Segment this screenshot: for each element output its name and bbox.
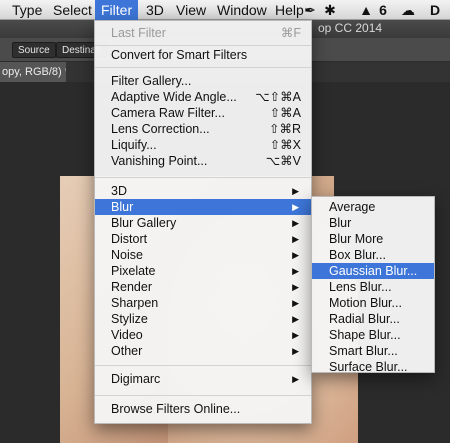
menu-item-stylize[interactable]: Stylize ▶ — [95, 311, 311, 327]
menu-item-lens-correction[interactable]: Lens Correction... ⇧⌘R — [95, 121, 311, 137]
submenu-item-surface-blur[interactable]: Surface Blur... — [312, 359, 434, 375]
submenu-arrow-icon: ▶ — [292, 282, 299, 292]
creative-cloud-icon[interactable]: ☁ — [398, 0, 418, 20]
submenu-arrow-icon: ▶ — [292, 266, 299, 276]
menu-item-vanishing-point[interactable]: Vanishing Point... ⌥⌘V — [95, 153, 311, 169]
menu-type[interactable]: Type — [6, 0, 48, 20]
submenu-item-blur-more[interactable]: Blur More — [312, 231, 434, 247]
menu-separator — [95, 45, 311, 46]
submenu-item-shape-blur[interactable]: Shape Blur... — [312, 327, 434, 343]
menu-item-liquify[interactable]: Liquify... ⇧⌘X — [95, 137, 311, 153]
menu-separator — [95, 365, 311, 366]
document-tab[interactable]: opy, RGB/8) * — [0, 62, 66, 82]
menu-separator — [95, 177, 311, 178]
menu-item-filter-gallery[interactable]: Filter Gallery... — [95, 73, 311, 89]
menu-item-noise[interactable]: Noise ▶ — [95, 247, 311, 263]
filter-menu: Last Filter ⌘F Convert for Smart Filters… — [94, 20, 312, 424]
menu-item-distort[interactable]: Distort ▶ — [95, 231, 311, 247]
menu-bar: Type Select Filter 3D View Window Help ✒… — [0, 0, 450, 20]
submenu-item-average[interactable]: Average — [312, 199, 434, 215]
submenu-arrow-icon: ▶ — [292, 314, 299, 324]
blur-submenu: Average Blur Blur More Box Blur... Gauss… — [311, 196, 435, 375]
menu-3d[interactable]: 3D — [140, 0, 170, 20]
submenu-item-blur[interactable]: Blur — [312, 215, 434, 231]
menu-item-digimarc[interactable]: Digimarc ▶ — [95, 371, 311, 387]
submenu-arrow-icon: ▶ — [292, 218, 299, 228]
submenu-arrow-icon: ▶ — [292, 374, 299, 384]
app-title: op CC 2014 — [318, 21, 383, 35]
submenu-arrow-icon: ▶ — [292, 346, 299, 356]
menu-window[interactable]: Window — [211, 0, 273, 20]
menu-separator — [95, 67, 311, 68]
submenu-arrow-icon: ▶ — [292, 186, 299, 196]
menu-item-video[interactable]: Video ▶ — [95, 327, 311, 343]
submenu-item-gaussian-blur[interactable]: Gaussian Blur... — [312, 263, 434, 279]
menu-separator — [95, 395, 311, 396]
menu-item-blur[interactable]: Blur ▶ — [95, 199, 311, 215]
menu-item-last-filter: Last Filter ⌘F — [111, 26, 301, 40]
menu-select[interactable]: Select — [47, 0, 98, 20]
star-icon[interactable]: ✱ — [322, 0, 338, 20]
menu-view[interactable]: View — [170, 0, 212, 20]
menu-item-camera-raw-filter[interactable]: Camera Raw Filter... ⇧⌘A — [95, 105, 311, 121]
ds-label[interactable]: D — [426, 0, 444, 20]
menu-item-sharpen[interactable]: Sharpen ▶ — [95, 295, 311, 311]
submenu-arrow-icon: ▶ — [292, 330, 299, 340]
submenu-item-lens-blur[interactable]: Lens Blur... — [312, 279, 434, 295]
version-label: 6 — [379, 2, 387, 18]
submenu-arrow-icon: ▶ — [292, 202, 299, 212]
menu-item-convert-smart-filters[interactable]: Convert for Smart Filters — [95, 47, 311, 63]
submenu-item-box-blur[interactable]: Box Blur... — [312, 247, 434, 263]
menu-item-render[interactable]: Render ▶ — [95, 279, 311, 295]
submenu-item-radial-blur[interactable]: Radial Blur... — [312, 311, 434, 327]
menu-item-blur-gallery[interactable]: Blur Gallery ▶ — [95, 215, 311, 231]
menu-item-adaptive-wide-angle[interactable]: Adaptive Wide Angle... ⌥⇧⌘A — [95, 89, 311, 105]
menu-item-other[interactable]: Other ▶ — [95, 343, 311, 359]
menu-filter[interactable]: Filter — [95, 0, 139, 20]
menu-item-browse-filters-online[interactable]: Browse Filters Online... — [95, 401, 311, 417]
source-button[interactable]: Source — [12, 42, 56, 58]
submenu-arrow-icon: ▶ — [292, 234, 299, 244]
submenu-item-motion-blur[interactable]: Motion Blur... — [312, 295, 434, 311]
submenu-arrow-icon: ▶ — [292, 298, 299, 308]
submenu-item-smart-blur[interactable]: Smart Blur... — [312, 343, 434, 359]
submenu-arrow-icon: ▶ — [292, 250, 299, 260]
menu-item-3d[interactable]: 3D ▶ — [95, 183, 311, 199]
pen-nib-icon[interactable]: ✒ — [302, 0, 318, 20]
adobe-icon[interactable]: ▲ — [358, 0, 374, 20]
menu-item-pixelate[interactable]: Pixelate ▶ — [95, 263, 311, 279]
